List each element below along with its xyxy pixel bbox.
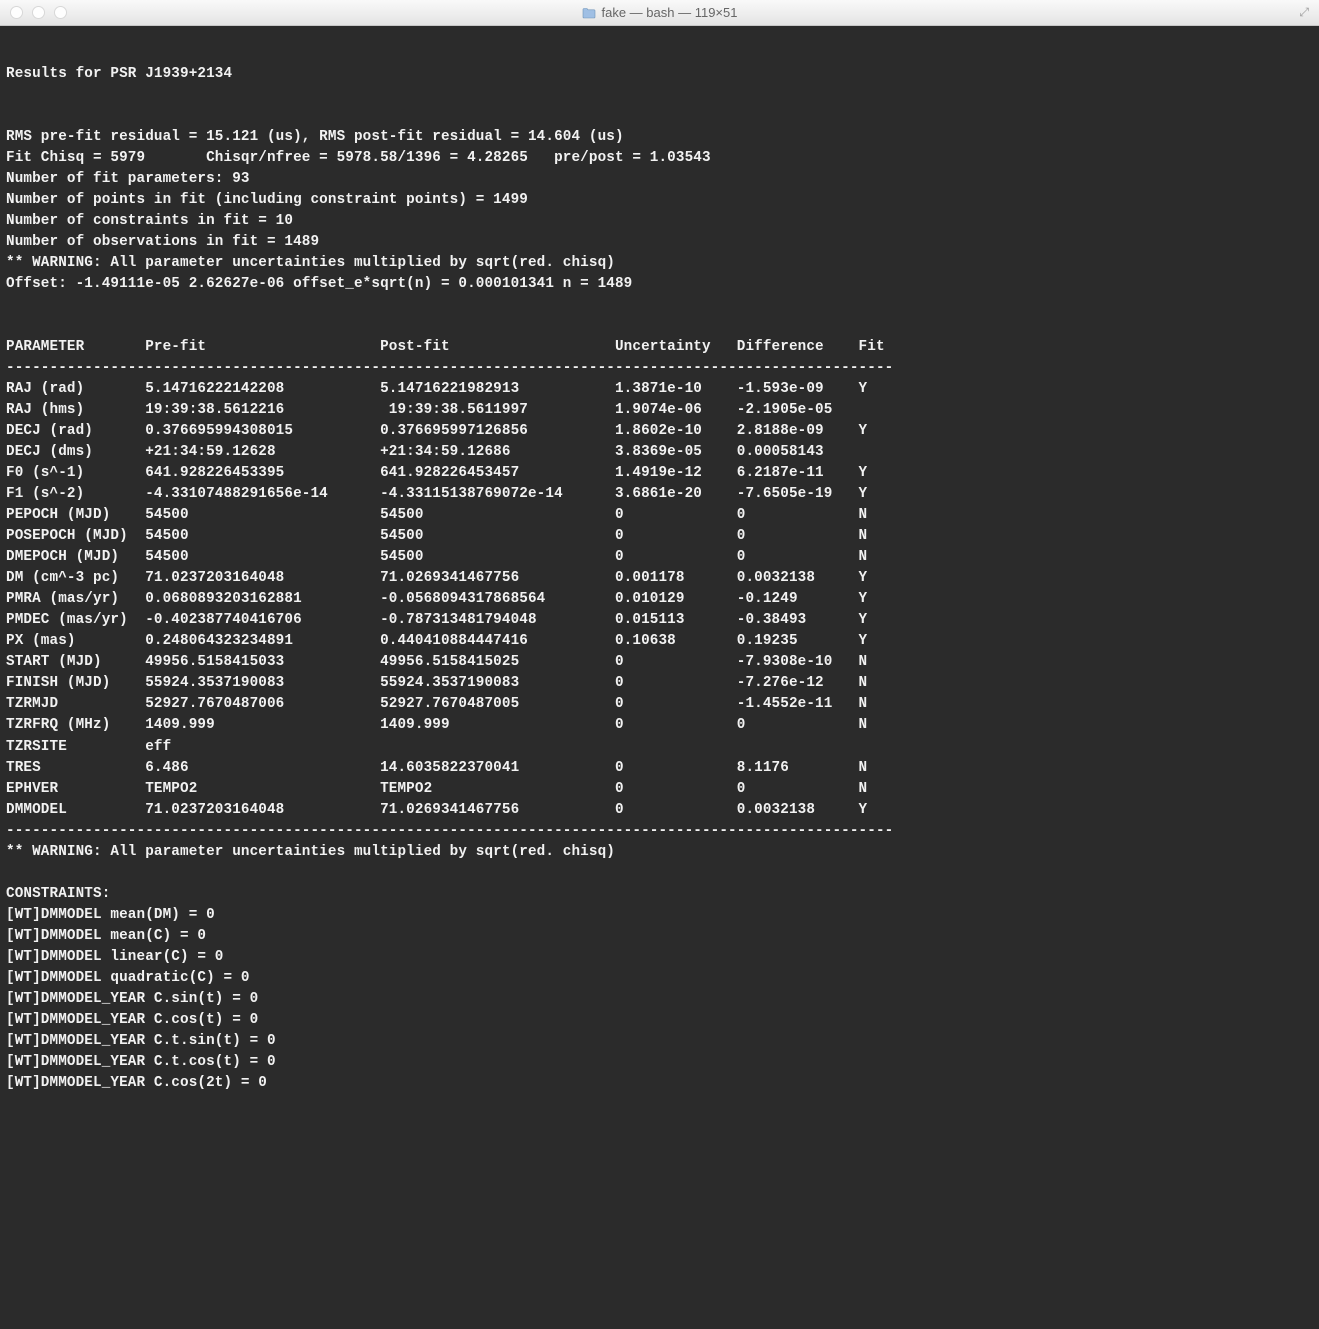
expand-icon[interactable]: ⤢ [1299, 5, 1309, 20]
folder-icon [582, 7, 596, 19]
traffic-lights [10, 6, 67, 19]
minimize-window-button[interactable] [32, 6, 45, 19]
terminal-content[interactable]: Results for PSR J1939+2134 RMS pre-fit r… [0, 26, 1319, 1329]
window-titlebar: fake — bash — 119×51 ⤢ [0, 0, 1319, 26]
close-window-button[interactable] [10, 6, 23, 19]
window-title: fake — bash — 119×51 [0, 5, 1319, 20]
zoom-window-button[interactable] [54, 6, 67, 19]
window-title-text: fake — bash — 119×51 [602, 5, 738, 20]
